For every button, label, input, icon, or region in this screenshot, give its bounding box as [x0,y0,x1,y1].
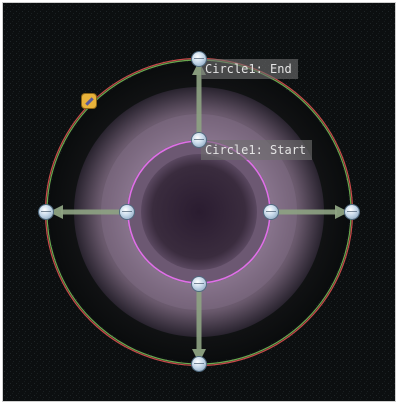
outer-handle-left-icon[interactable] [39,205,53,219]
circle-end-label: Circle1: End [201,59,298,79]
outer-handle-top-icon[interactable] [192,52,206,66]
edit-pencil-icon[interactable] [82,94,96,108]
outer-handle-right-icon[interactable] [345,205,359,219]
inner-handle-right-icon[interactable] [264,205,278,219]
image-viewport[interactable]: Circle1: End Circle1: Start [2,2,396,402]
bore-hole [141,154,257,270]
inner-handle-left-icon[interactable] [120,205,134,219]
circle-start-label: Circle1: Start [201,140,313,160]
inner-handle-bottom-icon[interactable] [192,277,206,291]
outer-handle-bottom-icon[interactable] [192,357,206,371]
inner-handle-top-icon[interactable] [192,133,206,147]
